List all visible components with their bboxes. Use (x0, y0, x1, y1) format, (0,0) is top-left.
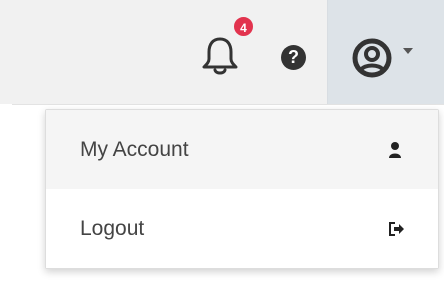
my-account-menu-item[interactable]: My Account (46, 110, 438, 190)
user-circle-icon (352, 38, 392, 78)
top-navigation-bar: 4 ? (0, 0, 444, 105)
caret-down-icon (403, 48, 413, 54)
bell-icon (202, 37, 238, 75)
help-button[interactable]: ? (281, 45, 306, 70)
logout-menu-item[interactable]: Logout (46, 189, 438, 268)
user-dropdown-menu: My Account Logout (45, 109, 439, 269)
question-circle-icon: ? (288, 47, 299, 67)
my-account-label: My Account (80, 138, 189, 161)
user-icon (389, 142, 401, 158)
page: 4 ? My Account Logout (0, 0, 444, 295)
notification-count-badge: 4 (232, 15, 255, 38)
page-content-edge (0, 104, 12, 295)
logout-label: Logout (80, 217, 145, 240)
notifications-button[interactable] (199, 32, 241, 76)
sign-out-icon (389, 222, 404, 236)
user-menu-button[interactable] (327, 0, 444, 104)
